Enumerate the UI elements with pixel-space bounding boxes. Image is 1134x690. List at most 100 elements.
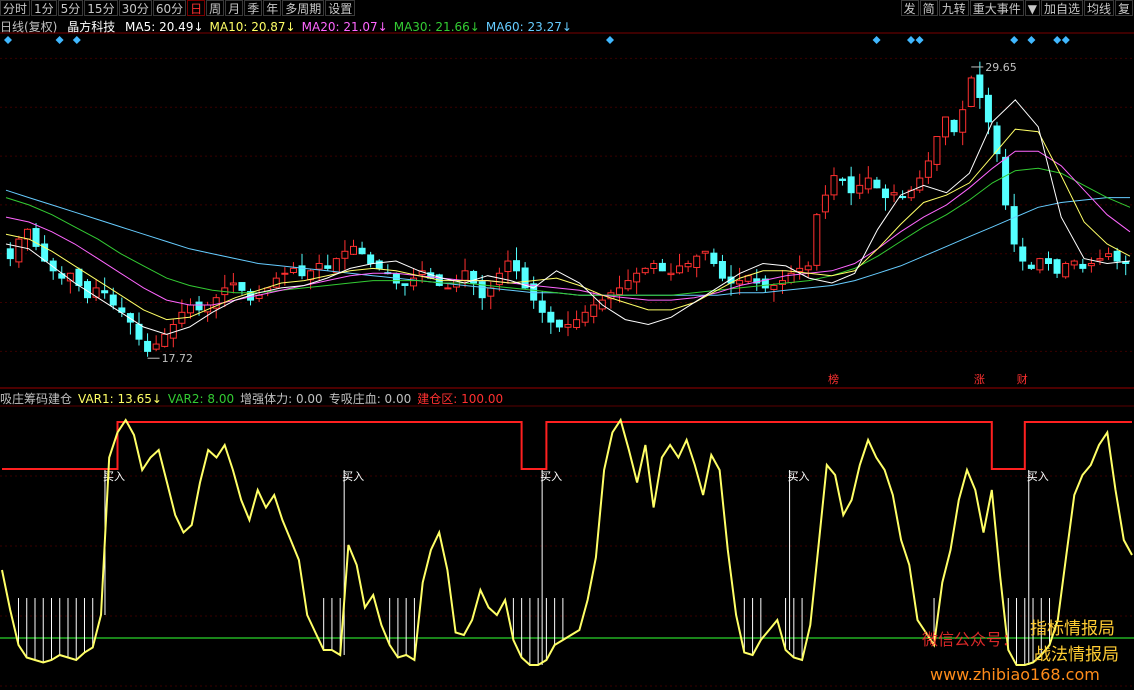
candle-down	[658, 262, 666, 272]
candle-down	[298, 265, 306, 277]
candle-down	[144, 340, 152, 352]
candle-up	[504, 260, 512, 273]
candle-up	[152, 343, 160, 350]
candle-up	[633, 272, 641, 283]
ma5-line	[5, 99, 1131, 335]
candle-up	[341, 250, 349, 259]
candle-down	[126, 313, 134, 323]
event-mark-0: 榜	[828, 372, 839, 386]
candle-down	[993, 125, 1001, 155]
candle-up	[701, 250, 709, 254]
candle-up	[684, 262, 692, 268]
candle-up	[667, 272, 675, 276]
candle-up	[315, 262, 323, 270]
candle-up	[924, 160, 932, 178]
candle-down	[195, 301, 203, 311]
watermark-name-2: 战法情报局	[1034, 645, 1119, 665]
candle-up	[864, 177, 872, 190]
signal-diamond-icon	[606, 36, 614, 44]
candle-up	[856, 184, 864, 194]
candle-up	[1062, 262, 1070, 278]
candle-down	[710, 252, 718, 264]
build-zone-line	[2, 421, 1132, 470]
candle-up	[1070, 260, 1078, 266]
buy-label-3: 买入	[788, 470, 810, 483]
candle-down	[238, 282, 246, 291]
candle-up	[1087, 262, 1095, 267]
candle-up	[821, 194, 829, 213]
signal-diamond-icon	[907, 36, 915, 44]
candle-down	[718, 261, 726, 279]
candle-down	[513, 260, 521, 272]
candle-up	[229, 282, 237, 286]
ma10-line	[5, 128, 1131, 321]
candle-up	[461, 270, 469, 281]
signal-diamond-icon	[915, 36, 924, 44]
candle-up	[615, 287, 623, 295]
candle-up	[186, 304, 194, 314]
candle-up	[967, 77, 975, 107]
signal-diamond-icon	[55, 36, 64, 44]
candle-down	[1113, 250, 1121, 262]
watermark-url: www.zhibiao168.com	[930, 665, 1100, 684]
candle-up	[573, 319, 581, 328]
candle-down	[873, 179, 881, 189]
candle-up	[1105, 253, 1113, 258]
candle-down	[324, 265, 332, 269]
candle-up	[813, 214, 821, 266]
candle-up	[641, 267, 649, 274]
signal-diamond-icon	[4, 36, 12, 44]
buy-label-0: 买入	[103, 470, 125, 483]
candle-up	[272, 277, 280, 288]
buy-label-2: 买入	[540, 470, 562, 483]
candle-down	[135, 323, 143, 340]
candle-down	[555, 319, 563, 328]
candle-up	[1096, 258, 1104, 261]
signal-diamond-icon	[872, 36, 881, 44]
candle-up	[161, 333, 169, 347]
candle-up	[736, 280, 744, 285]
candle-down	[1027, 264, 1035, 269]
candle-up	[581, 311, 589, 323]
candle-up	[933, 136, 941, 165]
event-mark-2: 财	[1017, 372, 1028, 386]
signal-diamond-icon	[1061, 36, 1070, 44]
candle-up	[770, 284, 778, 290]
candle-down	[6, 248, 14, 260]
candle-up	[676, 265, 684, 274]
candle-down	[101, 290, 109, 294]
candle-down	[1010, 206, 1018, 245]
candle-down	[839, 178, 847, 181]
candle-up	[564, 324, 572, 328]
candle-down	[109, 294, 117, 306]
candle-down	[1079, 263, 1087, 269]
candle-up	[15, 238, 23, 263]
candle-up	[942, 116, 950, 138]
candle-up	[959, 109, 967, 133]
candle-up	[830, 175, 838, 196]
candle-down	[478, 281, 486, 299]
candle-up	[444, 287, 452, 290]
candle-up	[332, 258, 340, 273]
candle-down	[950, 119, 958, 133]
low-price-label: 17.72	[162, 352, 194, 365]
candle-down	[1044, 258, 1052, 264]
candle-up	[487, 287, 495, 297]
candle-down	[75, 268, 83, 286]
candle-down	[367, 254, 375, 264]
event-mark-1: 涨	[974, 373, 985, 386]
candle-down	[1002, 156, 1010, 206]
candle-down	[547, 311, 555, 323]
candle-up	[624, 280, 632, 290]
signal-diamond-icon	[1053, 36, 1062, 44]
watermark-wechat: 微信公众号：	[922, 630, 1019, 649]
candle-up	[349, 245, 357, 255]
candle-down	[847, 176, 855, 194]
candle-down	[899, 196, 907, 199]
buy-label-1: 买入	[342, 470, 364, 483]
candle-down	[49, 260, 57, 272]
candle-up	[804, 265, 812, 271]
high-price-label: 29.65	[985, 61, 1017, 74]
ma60-line	[5, 189, 1130, 296]
candle-down	[976, 74, 984, 98]
